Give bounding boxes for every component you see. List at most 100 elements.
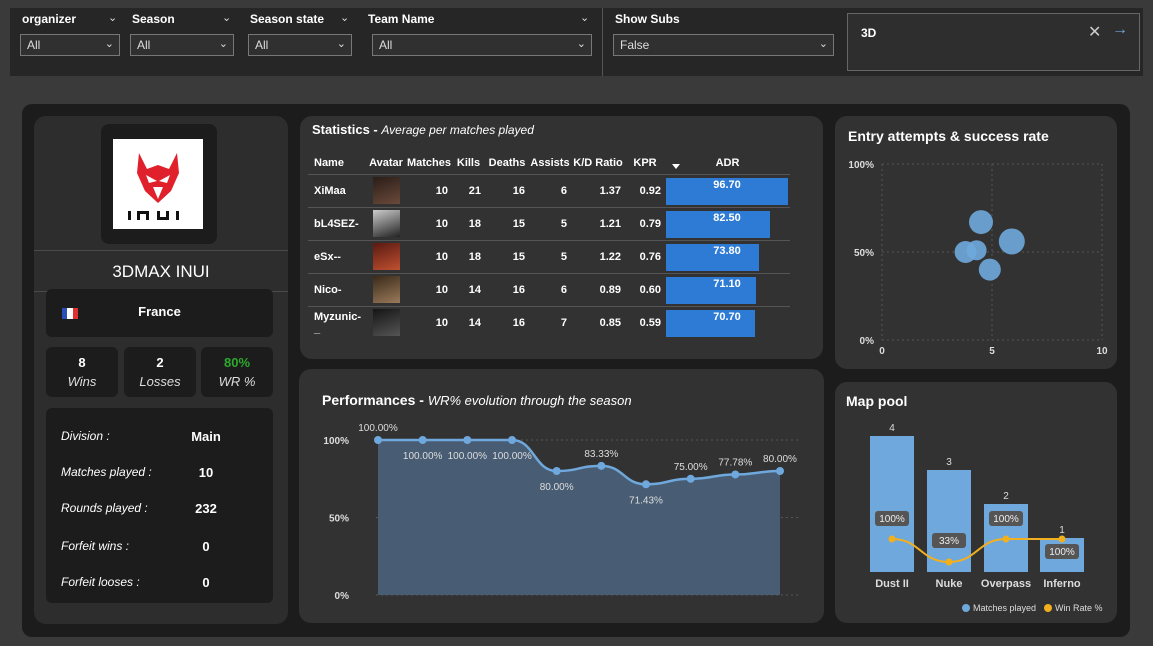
col-header[interactable]: Kills [452,152,485,174]
data-point[interactable] [374,436,382,444]
col-header[interactable]: Deaths [485,152,529,174]
season-dropdown[interactable]: All ⌄ [130,34,234,56]
season-state-dropdown[interactable]: All ⌄ [248,34,352,56]
map-pool-card: Map pool 4 Dust II 3 Nuke 2 Overpass 1 Inferno 1… [835,382,1117,623]
map-bar[interactable] [870,436,914,572]
winrate-point[interactable] [945,558,953,566]
col-header[interactable]: Name [308,152,366,174]
data-point[interactable] [552,467,561,475]
scatter-point[interactable] [966,240,987,261]
map-bar[interactable] [927,470,971,572]
data-point[interactable] [463,436,472,444]
assists-cell: 5 [529,239,571,273]
kills-cell: 21 [452,173,485,207]
winrate-label: 100% [879,514,905,525]
slicer-show-subs-label: Show Subs [615,12,680,26]
winrate-line [891,538,1062,564]
detail-row: Forfeit wins : 0 [46,539,273,559]
team-name-dropdown[interactable]: All ⌄ [372,34,592,56]
data-point[interactable] [597,461,606,470]
winrate-point[interactable] [888,535,896,543]
data-label: 83.33% [584,449,618,460]
winrate-label: 100% [993,514,1019,525]
deaths-cell: 16 [485,173,529,207]
legend-winrate-dot [1044,604,1052,612]
arrow-right-icon[interactable]: → [1112,21,1128,39]
data-point[interactable] [418,436,427,444]
performances-card: Performances - WR% evolution through the… [299,369,824,623]
kills-cell: 14 [452,305,485,339]
slicer-season-state-label: Season state [250,12,325,26]
col-header[interactable]: KPR [625,152,665,174]
adr-cell: 73.80 [665,239,790,273]
col-header[interactable]: Avatar [366,152,406,174]
data-point[interactable] [686,474,695,483]
close-icon[interactable]: ✕ [1088,22,1101,42]
kd-cell: 1.37 [571,173,625,207]
detail-label: Forfeit looses : [61,575,140,589]
detail-row: Forfeit looses : 0 [46,575,273,595]
player-avatar [372,309,400,337]
table-row[interactable]: bL4SEZ- 10 18 15 5 1.21 0.79 82.50 [308,206,790,240]
scatter-point[interactable] [998,228,1025,255]
matches-cell: 10 [406,173,452,207]
wins-label: Wins [67,374,97,389]
statistics-title-text: Statistics - [312,122,382,137]
assists-cell: 5 [529,206,571,240]
chevron-down-icon[interactable]: ⌄ [340,11,349,24]
chevron-down-icon[interactable]: ⌄ [580,11,589,24]
sort-desc-icon[interactable] [672,164,680,170]
chevron-down-icon[interactable]: ⌄ [108,11,117,24]
avatar [366,272,406,306]
season-value: All [137,38,151,52]
col-header[interactable]: ADR [665,152,790,174]
search-input[interactable]: 3D ✕ → [847,13,1140,71]
scatter-point[interactable] [978,258,1001,281]
table-row[interactable]: Myzunic-_ 10 14 16 7 0.85 0.59 70.70 [308,305,790,339]
show-subs-dropdown[interactable]: False ⌄ [613,34,834,56]
matches-cell: 10 [406,272,452,306]
data-label: 100.00% [403,451,443,462]
winrate-point[interactable] [1002,535,1010,543]
detail-value: 0 [202,575,210,590]
player-avatar [372,276,400,303]
table-row[interactable]: eSx-- 10 18 15 5 1.22 0.76 73.80 [308,239,790,273]
data-point[interactable] [776,467,784,475]
kpr-cell: 0.92 [625,173,665,207]
assists-cell: 6 [529,173,571,207]
table-row[interactable]: Nico- 10 14 16 6 0.89 0.60 71.10 [308,272,790,306]
col-header[interactable]: K/D Ratio [571,152,625,174]
data-point[interactable] [508,436,516,444]
chevron-down-icon[interactable]: ⌄ [222,11,231,24]
kd-cell: 1.22 [571,239,625,273]
scatter-point[interactable] [969,210,993,235]
data-label: 100.00% [492,451,532,462]
team-logo [101,124,217,244]
data-label: 100.00% [448,451,488,462]
filter-bar: organizer ⌄ All ⌄ Season ⌄ All ⌄ Season … [10,8,1143,76]
legend-winrate-label: Win Rate % [1055,603,1103,613]
organizer-dropdown[interactable]: All ⌄ [20,34,120,56]
data-point[interactable] [731,470,740,479]
adr-value: 73.80 [713,244,741,257]
player-name: Myzunic-_ [308,305,366,339]
category-label: Overpass [981,578,1031,590]
y-tick-label: 0% [860,336,875,347]
col-header[interactable]: Matches [406,152,452,174]
detail-value: Main [191,429,221,444]
adr-value: 96.70 [713,178,741,191]
winrate-stat: 80% WR % [201,347,273,397]
y-tick-label: 0% [335,591,350,602]
search-query[interactable]: 3D [861,26,876,40]
kills-cell: 18 [452,206,485,240]
winrate-point[interactable] [1058,535,1066,543]
entry-card: Entry attempts & success rate 100% 50% 0% 0… [835,116,1117,369]
table-row[interactable]: XiMaa 10 21 16 6 1.37 0.92 96.70 [308,173,790,207]
player-avatar [372,177,400,204]
slicer-organizer-label: organizer [22,12,77,26]
col-header[interactable]: Assists [529,152,571,174]
matches-cell: 10 [406,305,452,339]
kd-cell: 1.21 [571,206,625,240]
bar-value-label: 2 [1003,491,1009,502]
data-point[interactable] [642,480,650,489]
